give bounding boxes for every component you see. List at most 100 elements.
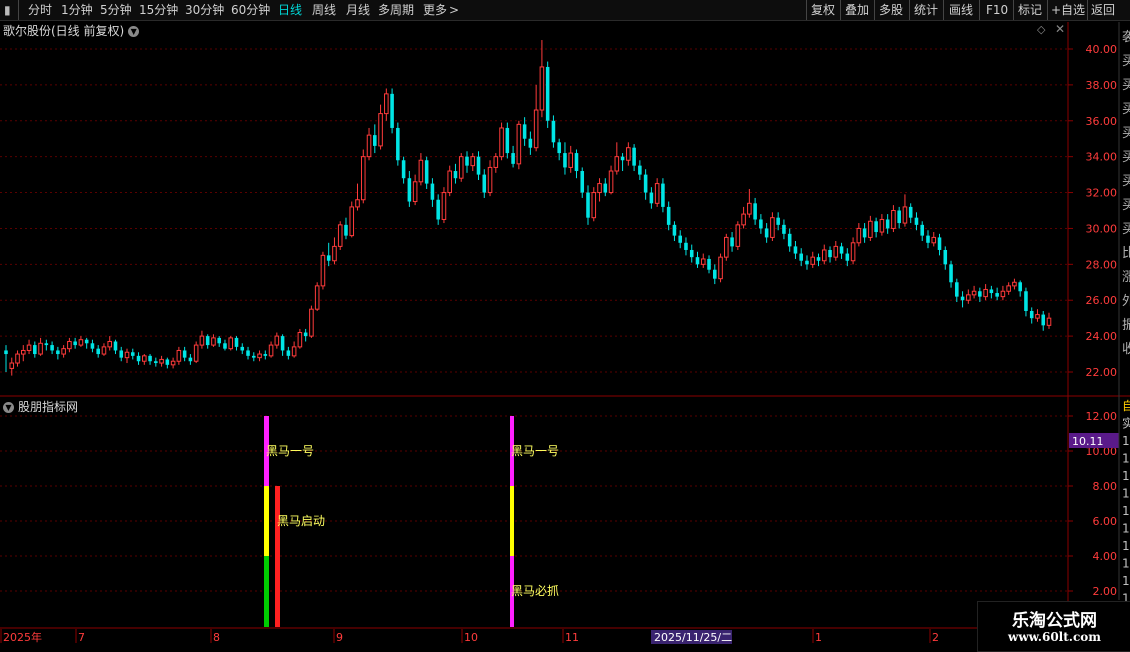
candle-body-down (678, 235, 682, 243)
candle-body-up (15, 353, 20, 364)
candle-body-down (390, 93, 394, 128)
y-tick-label: 40.00 (1086, 43, 1118, 56)
candle-body-down (712, 269, 717, 279)
right-panel-strip: 袭买买买买买买买买比涨外振收自实11111111111 (1118, 22, 1130, 623)
strip-char: 1 (1122, 452, 1130, 466)
candle-body-down (989, 289, 994, 294)
candle-body-up (493, 156, 499, 168)
candle-body-up (850, 242, 856, 262)
candle-body-down (90, 343, 95, 349)
candle-body-down (217, 337, 221, 344)
y-tick-label: 34.00 (1086, 151, 1118, 164)
candle-body-up (193, 344, 199, 362)
candle-body-down (689, 249, 694, 258)
x-tick-label: 7 (78, 631, 85, 644)
candle-body-down (50, 345, 54, 351)
candle-body-down (638, 165, 642, 175)
candle-body-down (914, 217, 919, 225)
diamond-icon[interactable]: ◇ (1037, 23, 1045, 36)
strip-char: 1 (1122, 539, 1130, 553)
candle-body-down (960, 296, 965, 301)
candle-body-up (228, 337, 234, 350)
candle-body-down (885, 219, 890, 229)
candle-body-down (695, 257, 700, 265)
indicator-y-tick-label: 4.00 (1093, 550, 1118, 563)
candle-body-down (511, 153, 515, 164)
candle-body-down (96, 348, 100, 355)
candle-body-down (862, 228, 867, 238)
candle-body-down (1024, 291, 1028, 311)
candle-body-up (412, 181, 418, 203)
strip-char: 涨 (1122, 270, 1130, 285)
y-tick-label: 22.00 (1086, 366, 1118, 379)
candle-body-down (661, 183, 665, 207)
strip-char: 实 (1122, 416, 1130, 431)
candle-body-down (586, 192, 590, 218)
candle-body-down (240, 346, 245, 351)
candle-body-up (378, 113, 383, 147)
candle-body-up (614, 156, 620, 172)
candle-body-down (643, 174, 648, 193)
y-tick-label: 36.00 (1086, 115, 1118, 128)
strip-char: 外 (1122, 294, 1130, 309)
candle-body-up (741, 213, 746, 226)
candle-body-down (223, 343, 227, 349)
indicator-y-tick-label: 2.00 (1093, 585, 1118, 598)
candle-body-up (654, 183, 660, 204)
candle-body-down (563, 153, 567, 168)
candle-body-down (580, 171, 585, 193)
candle-body-down (949, 264, 953, 283)
candle-body-down (753, 203, 757, 220)
candle-body-up (868, 220, 873, 238)
candle-body-up (332, 245, 337, 262)
strip-char: 1 (1122, 469, 1130, 483)
strip-char: 比 (1122, 246, 1130, 261)
candle-body-down (44, 343, 49, 346)
chevron-down-icon[interactable]: ▼ (128, 26, 140, 37)
candle-body-down (839, 246, 844, 254)
candle-body-down (401, 160, 406, 179)
candle-body-down (234, 337, 239, 347)
candle-body-up (516, 123, 522, 165)
candle-body-up (533, 109, 539, 149)
main-chart-title[interactable]: 歌尔股份(日线 前复权) ▼ (3, 22, 140, 39)
candle-body-up (724, 236, 729, 258)
close-icon[interactable]: ✕ (1055, 22, 1065, 36)
candle-body-down (344, 224, 348, 236)
chevron-down-icon[interactable]: ▼ (3, 402, 14, 413)
candle-body-down (551, 120, 556, 143)
logo-url: www.60lt.com (1008, 630, 1101, 644)
candle-body-up (1035, 314, 1040, 319)
strip-char: 1 (1122, 522, 1130, 536)
candle-body-down (649, 192, 654, 204)
candle-body-down (528, 138, 533, 148)
candle-body-down (73, 341, 77, 346)
candle-body-up (626, 147, 631, 161)
candle-body-down (759, 219, 763, 229)
candle-body-down (396, 127, 400, 161)
strip-char: 买 (1122, 126, 1130, 141)
candle-body-down (430, 183, 435, 200)
candle-body-down (246, 350, 250, 356)
candle-body-down (908, 206, 913, 218)
candle-body-up (1046, 317, 1052, 326)
candle-body-down (557, 142, 561, 154)
candle-body-up (700, 258, 706, 265)
signal-label: 黑马必抓 (511, 584, 559, 598)
candle-body-up (499, 127, 504, 158)
candle-body-down (828, 249, 832, 258)
x-tick-label: 2025年 (3, 630, 42, 644)
indicator-title[interactable]: ▼ 股朋指标网 (3, 398, 78, 415)
candle-body-up (971, 290, 977, 296)
strip-char: 1 (1122, 504, 1130, 518)
candle-body-down (845, 253, 850, 261)
candle-body-down (505, 127, 510, 154)
candle-body-up (608, 170, 614, 194)
candle-body-down (955, 282, 959, 297)
candle-body-up (441, 192, 447, 220)
candlestick-series (4, 40, 1052, 376)
strip-char: 振 (1122, 318, 1130, 333)
candle-body-up (718, 256, 723, 280)
candle-body-down (33, 345, 37, 355)
candle-body-down (165, 359, 170, 365)
